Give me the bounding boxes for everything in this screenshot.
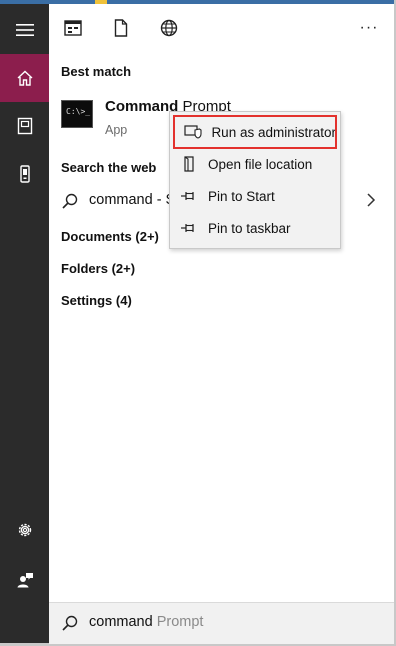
category-documents[interactable]: Documents (2+): [61, 229, 159, 244]
search-icon: [62, 615, 78, 631]
hamburger-menu-button[interactable]: [0, 6, 49, 54]
user-feedback-icon: [17, 573, 33, 588]
documents-button[interactable]: [0, 102, 49, 150]
start-sidebar: [0, 4, 49, 643]
device-button[interactable]: [0, 150, 49, 198]
search-web-heading: Search the web: [61, 160, 157, 175]
menu-item-label: Pin to taskbar: [208, 220, 291, 236]
apps-filter-button[interactable]: [53, 4, 93, 52]
menu-item-open-file-location[interactable]: Open file location: [170, 148, 340, 180]
cmd-console-icon: C:\>_: [61, 100, 93, 128]
home-icon: [17, 70, 32, 86]
search-input[interactable]: command Prompt: [89, 614, 203, 630]
best-match-heading: Best match: [61, 64, 132, 79]
document-icon: [114, 19, 128, 37]
pin-icon: [181, 224, 194, 232]
more-options-button[interactable]: ···: [349, 4, 389, 52]
search-typed-text: command: [89, 614, 153, 630]
menu-item-pin-to-start[interactable]: Pin to Start: [170, 180, 340, 212]
search-icon: [62, 193, 78, 209]
settings-button[interactable]: [0, 506, 49, 554]
home-button[interactable]: [0, 54, 49, 102]
web-filter-button[interactable]: [149, 4, 189, 52]
documents-filter-button[interactable]: [101, 4, 141, 52]
web-query-text: command - S: [89, 192, 176, 208]
menu-item-run-as-administrator[interactable]: Run as administrator: [173, 115, 337, 149]
search-filter-bar: ···: [49, 4, 394, 52]
result-name-match: Command: [105, 98, 179, 115]
chevron-right-icon[interactable]: [366, 192, 376, 208]
context-menu: Run as administrator Open file location …: [169, 111, 341, 249]
category-folders[interactable]: Folders (2+): [61, 261, 135, 276]
documents-icon: [17, 117, 32, 135]
search-autocomplete-text: Prompt: [152, 614, 204, 630]
menu-item-label: Run as administrator: [211, 124, 336, 140]
search-box[interactable]: command Prompt: [49, 602, 394, 644]
file-location-icon: [184, 156, 194, 172]
settings-gear-icon: [18, 523, 31, 537]
menu-item-label: Pin to Start: [208, 188, 275, 204]
hamburger-menu-icon: [15, 24, 34, 36]
pin-icon: [181, 192, 194, 200]
category-settings[interactable]: Settings (4): [61, 293, 132, 308]
menu-item-label: Open file location: [208, 156, 313, 172]
device-icon: [19, 165, 30, 183]
result-type: App: [105, 123, 128, 137]
globe-icon: [160, 19, 178, 37]
apps-window-icon: [64, 20, 82, 36]
feedback-button[interactable]: [0, 556, 49, 604]
admin-shield-icon: [184, 125, 202, 139]
menu-item-pin-to-taskbar[interactable]: Pin to taskbar: [170, 212, 340, 244]
